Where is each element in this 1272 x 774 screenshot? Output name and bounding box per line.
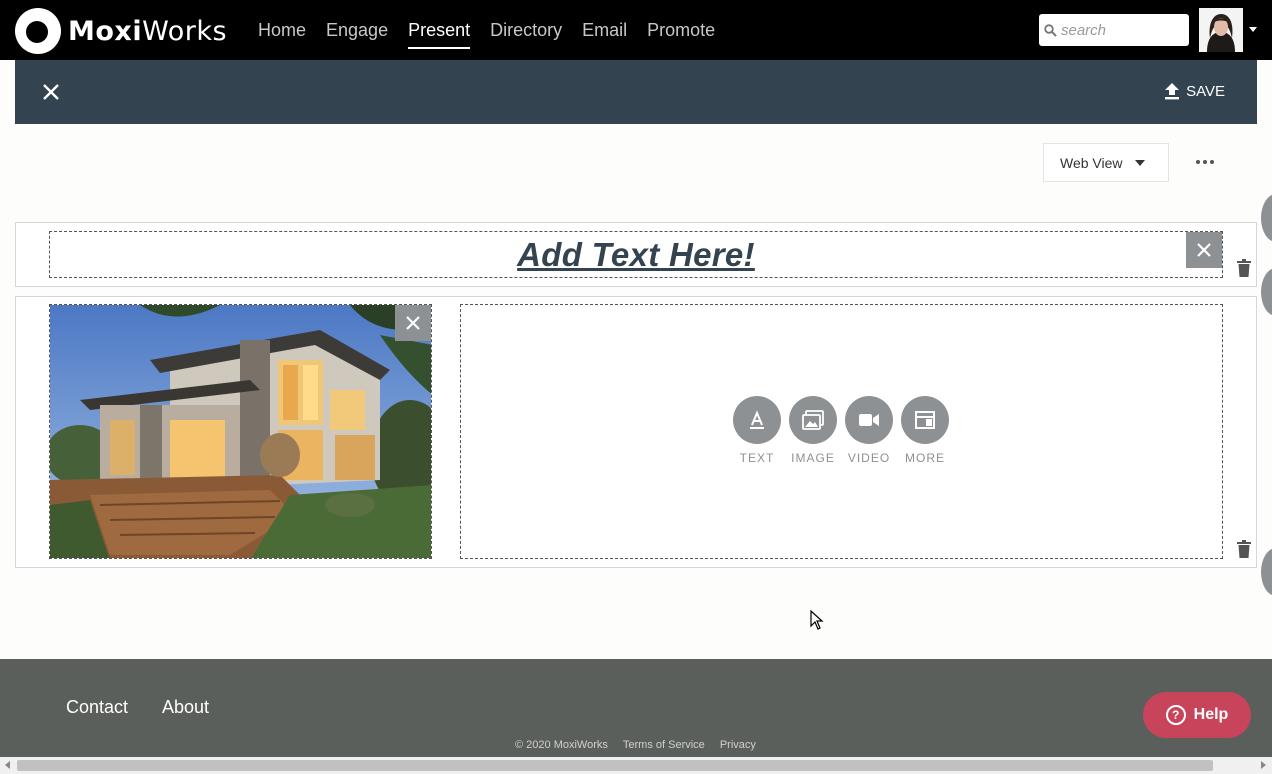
add-image-button[interactable]: IMAGE bbox=[789, 396, 837, 465]
row-handle[interactable] bbox=[1261, 268, 1272, 316]
save-label: SAVE bbox=[1186, 82, 1225, 100]
nav-promote[interactable]: Promote bbox=[647, 0, 715, 60]
help-button[interactable]: ? Help bbox=[1143, 692, 1251, 738]
scroll-right-arrow-icon[interactable] bbox=[1261, 761, 1266, 769]
logo-mark bbox=[15, 8, 61, 54]
footer-about-link[interactable]: About bbox=[162, 697, 209, 718]
top-nav: MoxiWorks Home Engage Present Directory … bbox=[0, 0, 1272, 60]
video-icon bbox=[859, 414, 879, 426]
horizontal-scrollbar[interactable] bbox=[0, 757, 1272, 774]
add-more-label: MORE bbox=[905, 451, 945, 465]
text-icon bbox=[750, 410, 764, 429]
chevron-down-icon[interactable] bbox=[1249, 27, 1257, 32]
moxiworks-logo[interactable]: MoxiWorks bbox=[15, 8, 227, 54]
user-photo bbox=[1199, 8, 1243, 52]
logo-text: MoxiWorks bbox=[68, 15, 228, 47]
view-select-label: Web View bbox=[1060, 154, 1123, 171]
help-icon: ? bbox=[1165, 705, 1186, 725]
caret-down-icon bbox=[1134, 159, 1145, 166]
add-text-button[interactable]: TEXT bbox=[733, 396, 781, 465]
text-button-circle bbox=[733, 396, 781, 444]
save-button[interactable]: SAVE bbox=[1164, 82, 1225, 100]
view-select[interactable]: Web View bbox=[1043, 143, 1169, 182]
heading-text[interactable]: Add Text Here! bbox=[517, 236, 755, 274]
mouse-cursor-icon bbox=[810, 610, 824, 630]
nav-present[interactable]: Present bbox=[408, 0, 471, 60]
scroll-thumb[interactable] bbox=[17, 760, 1213, 771]
footer-contact-link[interactable]: Contact bbox=[66, 697, 128, 718]
row-handle[interactable] bbox=[1261, 194, 1272, 242]
more-options-icon[interactable] bbox=[1196, 160, 1214, 164]
privacy-link[interactable]: Privacy bbox=[720, 739, 756, 751]
remove-image-button[interactable] bbox=[395, 305, 431, 341]
nav-directory[interactable]: Directory bbox=[490, 0, 562, 60]
search-box[interactable] bbox=[1039, 14, 1189, 46]
house-photo bbox=[50, 305, 431, 558]
layout-icon bbox=[915, 411, 935, 429]
add-image-label: IMAGE bbox=[791, 451, 835, 465]
search-icon bbox=[1044, 23, 1057, 37]
more-button-circle bbox=[901, 396, 949, 444]
help-label: Help bbox=[1193, 706, 1229, 723]
image-icon bbox=[802, 410, 824, 430]
image-block[interactable] bbox=[49, 304, 432, 559]
image-button-circle bbox=[789, 396, 837, 444]
terms-link[interactable]: Terms of Service bbox=[623, 739, 705, 751]
add-text-label: TEXT bbox=[739, 451, 775, 465]
nav-home[interactable]: Home bbox=[258, 0, 306, 60]
nav-email[interactable]: Email bbox=[582, 0, 627, 60]
close-icon[interactable] bbox=[41, 82, 61, 102]
close-icon bbox=[406, 316, 420, 330]
trash-icon[interactable] bbox=[1237, 540, 1251, 558]
video-button-circle bbox=[845, 396, 893, 444]
scroll-left-arrow-icon[interactable] bbox=[5, 761, 10, 769]
row-handle[interactable] bbox=[1261, 548, 1272, 596]
copyright-text: © 2020 MoxiWorks bbox=[515, 739, 608, 751]
nav-engage[interactable]: Engage bbox=[326, 0, 388, 60]
avatar[interactable] bbox=[1199, 8, 1243, 52]
main-nav: Home Engage Present Directory Email Prom… bbox=[258, 0, 735, 60]
search-input[interactable] bbox=[1061, 21, 1181, 39]
close-icon bbox=[1197, 243, 1211, 257]
remove-block-button[interactable] bbox=[1186, 232, 1222, 268]
add-more-button[interactable]: MORE bbox=[901, 396, 949, 465]
editor-toolbar: SAVE bbox=[15, 60, 1257, 124]
add-content-buttons: TEXT IMAGE VIDEO MORE bbox=[733, 396, 949, 465]
upload-icon bbox=[1165, 83, 1180, 100]
trash-icon[interactable] bbox=[1237, 259, 1251, 277]
add-video-button[interactable]: VIDEO bbox=[845, 396, 893, 465]
footer-legal: © 2020 MoxiWorks Terms of Service Privac… bbox=[515, 739, 756, 751]
add-video-label: VIDEO bbox=[847, 451, 891, 465]
text-block[interactable]: Add Text Here! bbox=[49, 231, 1223, 278]
